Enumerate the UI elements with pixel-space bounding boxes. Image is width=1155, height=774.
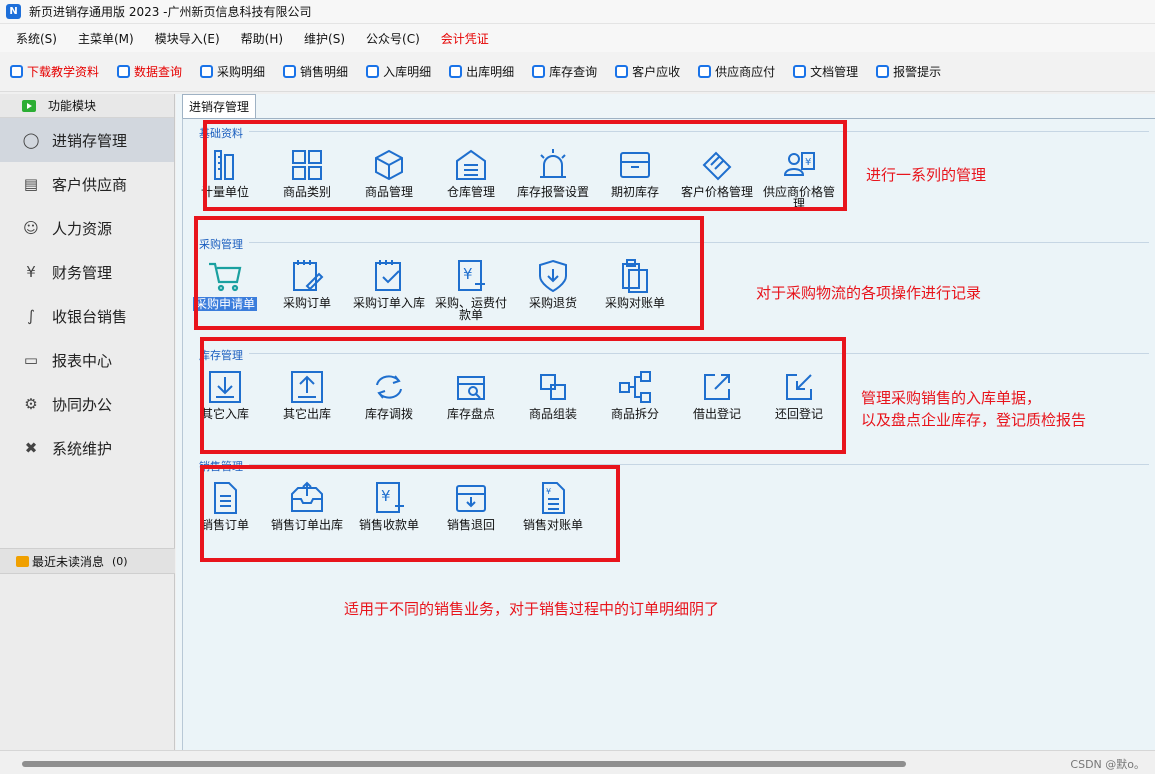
checkbox-icon xyxy=(200,65,214,78)
sidebar-item-label: 进销存管理 xyxy=(52,131,128,150)
tool-payables[interactable]: 供应商应付 xyxy=(698,63,775,80)
sidebar-item-label: 系统维护 xyxy=(52,439,113,458)
tab-inventory-management[interactable]: 进销存管理 xyxy=(182,94,257,118)
checkbox-icon xyxy=(10,65,23,78)
watermark: CSDN @默o。 xyxy=(1070,758,1145,771)
checkbox-icon xyxy=(283,65,297,78)
sidebar-item-collab[interactable]: ⚙ 协同办公 xyxy=(0,382,174,426)
sidebar-item-label: 报表中心 xyxy=(52,351,113,370)
horizontal-scrollbar[interactable] xyxy=(22,761,906,767)
unread-messages-bar[interactable]: 最近未读消息 (0) xyxy=(0,548,175,574)
menu-maintain[interactable]: 维护(S) xyxy=(304,30,345,47)
window-title: 新页进销存通用版 2023 -广州新页信息科技有限公司 xyxy=(29,5,312,19)
annotation-purchase: 对于采购物流的各项操作进行记录 xyxy=(756,284,982,302)
menu-main[interactable]: 主菜单(M) xyxy=(78,30,134,47)
sidebar-item-label: 收银台销售 xyxy=(52,307,128,326)
checkbox-icon xyxy=(615,65,629,78)
tool-outbound-detail[interactable]: 出库明细 xyxy=(449,63,514,80)
sidebar: 功能模块 ◯ 进销存管理 ▤ 客户供应商 ☺ 人力资源 ¥ 财务管理 ∫ 收银台… xyxy=(0,94,175,750)
tool-alarms[interactable]: 报警提示 xyxy=(876,63,941,80)
status-bar: CSDN @默o。 xyxy=(0,750,1155,774)
menu-module-import[interactable]: 模块导入(E) xyxy=(155,30,220,47)
monitor-icon: ▭ xyxy=(23,351,39,369)
money-icon: ¥ xyxy=(26,263,36,281)
checkbox-icon xyxy=(449,65,463,78)
speaker-icon xyxy=(16,555,29,567)
sidebar-header-label: 功能模块 xyxy=(48,99,97,113)
tools-icon: ✖ xyxy=(24,439,38,457)
highlight-box-basic xyxy=(203,120,847,211)
sidebar-item-inventory[interactable]: ◯ 进销存管理 xyxy=(0,118,174,162)
menu-accounting-voucher[interactable]: 会计凭证 xyxy=(441,30,489,47)
sidebar-item-finance[interactable]: ¥ 财务管理 xyxy=(0,250,174,294)
unread-messages-count: (0) xyxy=(112,554,128,568)
checkbox-icon xyxy=(532,65,546,78)
unread-messages-label: 最近未读消息 xyxy=(32,554,105,569)
sidebar-header: 功能模块 xyxy=(0,94,174,118)
sidebar-item-reports[interactable]: ▭ 报表中心 xyxy=(0,338,174,382)
tool-inbound-detail[interactable]: 入库明细 xyxy=(366,63,431,80)
tool-stock-query[interactable]: 库存查询 xyxy=(532,63,597,80)
chart-icon: ∫ xyxy=(27,307,35,325)
person-icon: ☺ xyxy=(23,219,39,237)
tool-receivables[interactable]: 客户应收 xyxy=(615,63,680,80)
sidebar-item-hr[interactable]: ☺ 人力资源 xyxy=(0,206,174,250)
sidebar-item-label: 人力资源 xyxy=(52,219,113,238)
tool-purchase-detail[interactable]: 采购明细 xyxy=(200,63,265,80)
inventory-icon: ◯ xyxy=(22,131,40,149)
tool-documents[interactable]: 文档管理 xyxy=(793,63,858,80)
menu-public-account[interactable]: 公众号(C) xyxy=(366,30,420,47)
sidebar-item-contacts[interactable]: ▤ 客户供应商 xyxy=(0,162,174,206)
menu-bar: 系统(S) 主菜单(M) 模块导入(E) 帮助(H) 维护(S) 公众号(C) … xyxy=(0,24,1155,52)
sidebar-item-cashier[interactable]: ∫ 收银台销售 xyxy=(0,294,174,338)
checkbox-icon xyxy=(876,65,890,78)
annotation-stock-2: 以及盘点企业库存，登记质检报告 xyxy=(861,411,1087,429)
play-icon xyxy=(22,99,36,112)
highlight-box-stock xyxy=(200,337,846,454)
sidebar-item-system[interactable]: ✖ 系统维护 xyxy=(0,426,174,470)
contacts-icon: ▤ xyxy=(23,175,39,193)
sidebar-item-label: 财务管理 xyxy=(52,263,113,282)
tool-data-query[interactable]: 数据查询 xyxy=(117,63,182,80)
checkbox-icon xyxy=(366,65,380,78)
checkbox-icon xyxy=(793,65,807,78)
highlight-box-sales xyxy=(200,465,620,562)
title-bar: N 新页进销存通用版 2023 -广州新页信息科技有限公司 xyxy=(0,0,1155,24)
annotation-stock-1: 管理采购销售的入库单据， xyxy=(861,389,1042,407)
app-logo-icon: N xyxy=(6,4,21,19)
annotation-sales: 适用于不同的销售业务，对于销售过程中的订单明细阴了 xyxy=(344,600,720,618)
menu-help[interactable]: 帮助(H) xyxy=(241,30,283,47)
annotation-basic: 进行一系列的管理 xyxy=(866,166,987,184)
sidebar-item-label: 客户供应商 xyxy=(52,175,128,194)
quick-toolbar: 下载教学资料 数据查询 采购明细 销售明细 入库明细 出库明细 库存查询 客户应… xyxy=(0,52,1155,92)
checkbox-icon xyxy=(698,65,712,78)
settings-icon: ⚙ xyxy=(24,395,38,413)
highlight-box-purchase xyxy=(194,216,704,330)
sidebar-item-label: 协同办公 xyxy=(52,395,113,414)
tool-sales-detail[interactable]: 销售明细 xyxy=(283,63,348,80)
checkbox-icon xyxy=(117,65,131,78)
menu-system[interactable]: 系统(S) xyxy=(16,30,57,47)
tool-download-tutorial[interactable]: 下载教学资料 xyxy=(10,63,99,80)
